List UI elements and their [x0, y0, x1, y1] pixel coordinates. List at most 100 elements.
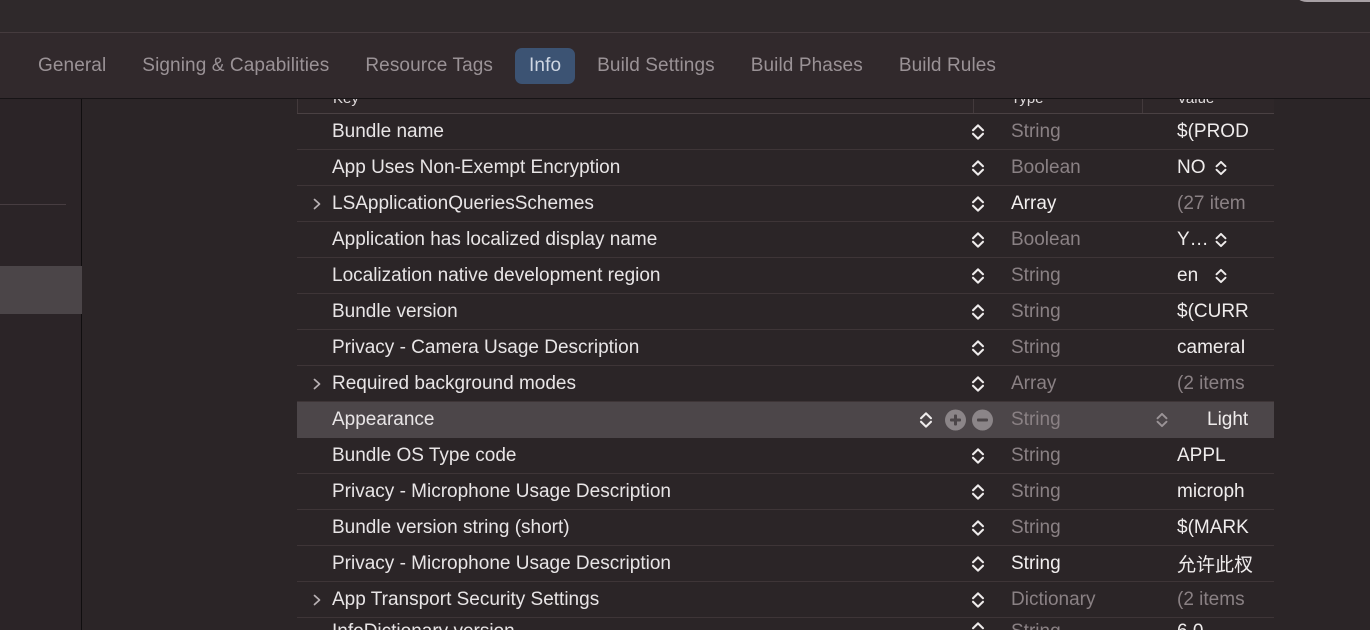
tab-signing-capabilities[interactable]: Signing & Capabilities: [128, 48, 343, 84]
rail-selected-item[interactable]: [0, 266, 82, 314]
table-row[interactable]: Application has localized display name Bo…: [297, 222, 1274, 258]
plist-value-label[interactable]: 允许此杈: [1177, 550, 1253, 577]
plist-key-label[interactable]: Localization native development region: [332, 265, 661, 287]
table-row[interactable]: InfoDictionary version String 6.0: [297, 618, 1274, 630]
tab-resource-tags[interactable]: Resource Tags: [351, 48, 507, 84]
table-row[interactable]: App Uses Non-Exempt Encryption Boolean NO: [297, 150, 1274, 186]
plist-type-label[interactable]: String: [1011, 337, 1061, 359]
plist-type-label[interactable]: String: [1011, 517, 1061, 539]
table-row[interactable]: Required background modes Array (2 items: [297, 366, 1274, 402]
rail-divider: [0, 204, 66, 205]
plist-type-label[interactable]: String: [1011, 481, 1061, 503]
value-stepper-icon[interactable]: [1213, 230, 1229, 249]
key-stepper-icon[interactable]: [969, 374, 987, 394]
plist-key-label[interactable]: Appearance: [332, 409, 434, 431]
chevron-right-icon[interactable]: [310, 377, 324, 391]
plist-value-label[interactable]: cameraI: [1177, 337, 1246, 359]
key-stepper-icon[interactable]: [969, 620, 987, 630]
plist-key-label[interactable]: Bundle version string (short): [332, 517, 570, 539]
tab-build-phases[interactable]: Build Phases: [737, 48, 877, 84]
plist-value-label[interactable]: 6.0: [1177, 621, 1203, 630]
key-stepper-icon[interactable]: [969, 302, 987, 322]
plist-value-label[interactable]: $(CURR: [1177, 301, 1249, 323]
remove-row-button[interactable]: [972, 409, 993, 430]
tab-build-rules[interactable]: Build Rules: [885, 48, 1010, 84]
plist-value-label[interactable]: Light: [1207, 409, 1248, 431]
plist-type-label[interactable]: Boolean: [1011, 157, 1081, 179]
tab-general[interactable]: General: [24, 48, 120, 84]
plist-type-label[interactable]: String: [1011, 265, 1061, 287]
plist-type-label[interactable]: Array: [1011, 193, 1056, 215]
plist-value-label[interactable]: NO: [1177, 157, 1206, 179]
plist-type-label[interactable]: Array: [1011, 373, 1056, 395]
plist-key-label[interactable]: Required background modes: [332, 373, 576, 395]
plist-key-label[interactable]: Privacy - Microphone Usage Description: [332, 481, 671, 503]
xcode-project-editor: GeneralSigning & CapabilitiesResource Ta…: [0, 0, 1370, 630]
column-header-key[interactable]: Key: [333, 99, 359, 107]
plist-type-label[interactable]: String: [1011, 409, 1061, 431]
plist-type-label[interactable]: Boolean: [1011, 229, 1081, 251]
add-row-button[interactable]: [945, 409, 966, 430]
tab-build-settings[interactable]: Build Settings: [583, 48, 729, 84]
plist-key-label[interactable]: Bundle OS Type code: [332, 445, 517, 467]
key-stepper-icon[interactable]: [969, 230, 987, 250]
plist-key-label[interactable]: Bundle name: [332, 121, 444, 143]
plist-key-label[interactable]: App Transport Security Settings: [332, 589, 599, 611]
key-stepper-icon[interactable]: [969, 158, 987, 178]
key-stepper-icon[interactable]: [969, 590, 987, 610]
plist-type-label[interactable]: Dictionary: [1011, 589, 1095, 611]
key-stepper-icon[interactable]: [969, 518, 987, 538]
plist-value-label[interactable]: (2 items: [1177, 373, 1245, 395]
window-top-strip: [0, 0, 1370, 32]
plist-key-label[interactable]: Privacy - Microphone Usage Description: [332, 553, 671, 575]
chevron-right-icon[interactable]: [310, 197, 324, 211]
plist-value-label[interactable]: (27 item: [1177, 193, 1246, 215]
chevron-right-icon[interactable]: [310, 593, 324, 607]
plist-key-label[interactable]: Privacy - Camera Usage Description: [332, 337, 639, 359]
table-row[interactable]: Bundle OS Type code String APPL: [297, 438, 1274, 474]
key-stepper-icon[interactable]: [969, 446, 987, 466]
value-stepper-icon[interactable]: [1213, 266, 1229, 285]
table-row[interactable]: Privacy - Camera Usage Description String…: [297, 330, 1274, 366]
plist-key-label[interactable]: LSApplicationQueriesSchemes: [332, 193, 594, 215]
key-stepper-icon[interactable]: [917, 410, 935, 430]
key-stepper-icon[interactable]: [969, 266, 987, 286]
key-stepper-icon[interactable]: [969, 338, 987, 358]
table-row[interactable]: Bundle version string (short) String $(MAR…: [297, 510, 1274, 546]
tab-info[interactable]: Info: [515, 48, 575, 84]
table-row[interactable]: Localization native development region St…: [297, 258, 1274, 294]
plist-value-label[interactable]: (2 items: [1177, 589, 1245, 611]
key-stepper-icon[interactable]: [969, 122, 987, 142]
key-stepper-icon[interactable]: [969, 194, 987, 214]
top-right-corner-pill[interactable]: [1292, 0, 1370, 16]
plist-type-label[interactable]: String: [1011, 553, 1061, 575]
plist-type-label[interactable]: String: [1011, 445, 1061, 467]
plist-value-label[interactable]: en: [1177, 265, 1198, 287]
plist-value-label[interactable]: $(PROD: [1177, 121, 1249, 143]
plist-key-label[interactable]: InfoDictionary version: [332, 621, 515, 630]
table-row[interactable]: Appearance String Light: [297, 402, 1274, 438]
table-row[interactable]: Privacy - Microphone Usage Description St…: [297, 474, 1274, 510]
plist-type-label[interactable]: String: [1011, 621, 1061, 630]
plist-key-label[interactable]: Application has localized display name: [332, 229, 657, 251]
value-stepper-icon[interactable]: [1154, 410, 1170, 429]
plist-key-label[interactable]: App Uses Non-Exempt Encryption: [332, 157, 620, 179]
table-row[interactable]: LSApplicationQueriesSchemes Array (27 item: [297, 186, 1274, 222]
table-row[interactable]: Privacy - Microphone Usage Description St…: [297, 546, 1274, 582]
plist-key-label[interactable]: Bundle version: [332, 301, 458, 323]
plist-value-label[interactable]: Y…: [1177, 229, 1209, 251]
table-row[interactable]: Bundle name String $(PROD: [297, 114, 1274, 150]
key-stepper-icon[interactable]: [969, 482, 987, 502]
key-stepper-icon[interactable]: [969, 554, 987, 574]
column-header-value[interactable]: Value: [1177, 99, 1214, 107]
plist-type-label[interactable]: String: [1011, 121, 1061, 143]
column-header-type[interactable]: Type: [1011, 99, 1044, 107]
project-navigator-rail[interactable]: [0, 99, 82, 630]
plist-value-label[interactable]: APPL: [1177, 445, 1226, 467]
plist-value-label[interactable]: microph: [1177, 481, 1245, 503]
table-row[interactable]: Bundle version String $(CURR: [297, 294, 1274, 330]
plist-type-label[interactable]: String: [1011, 301, 1061, 323]
plist-value-label[interactable]: $(MARK: [1177, 517, 1249, 539]
value-stepper-icon[interactable]: [1213, 158, 1229, 177]
table-row[interactable]: App Transport Security Settings Dictionar…: [297, 582, 1274, 618]
